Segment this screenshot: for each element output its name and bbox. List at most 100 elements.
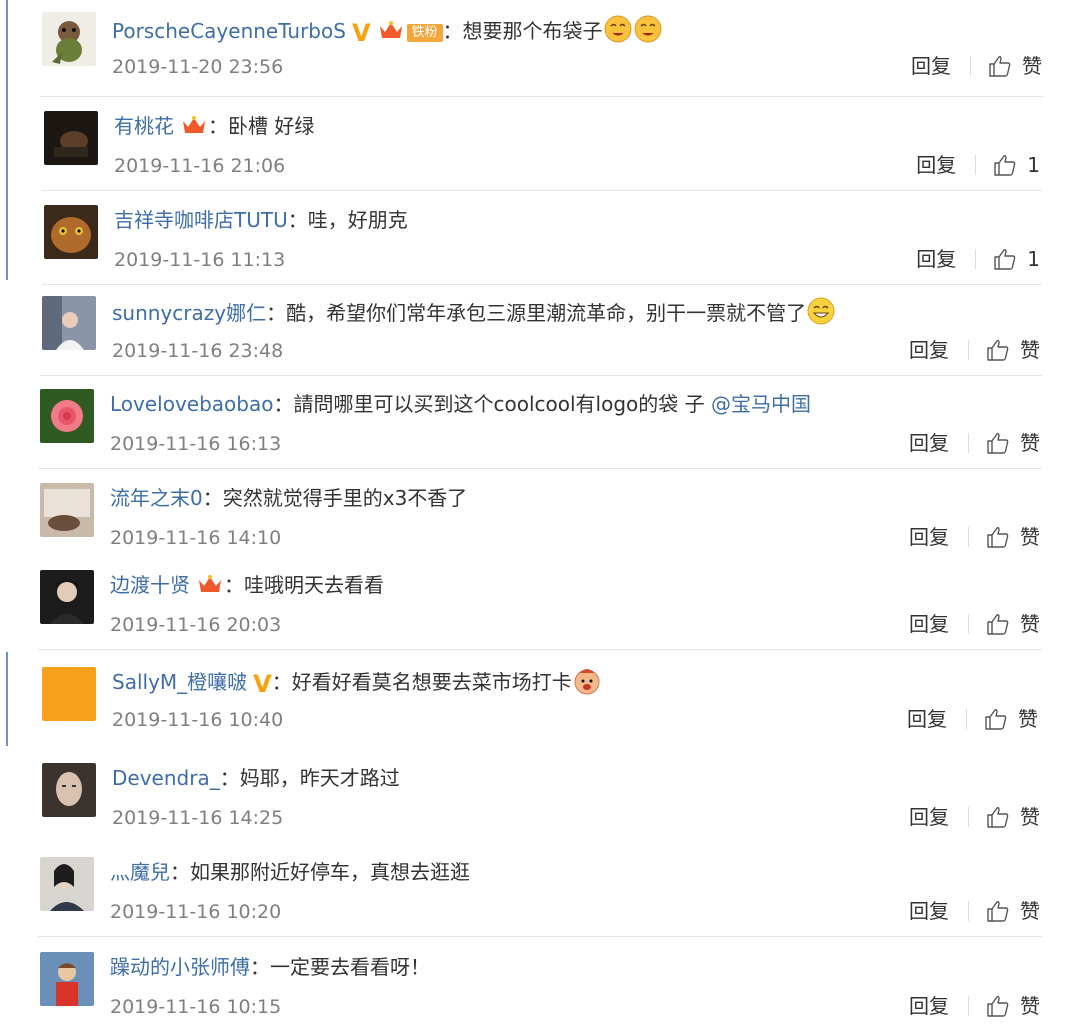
crown-badge-icon xyxy=(199,575,221,592)
like-button[interactable]: 1 xyxy=(993,151,1040,179)
comment-body: 突然就觉得手里的x3不香了 xyxy=(222,486,468,510)
reply-button[interactable]: 回复 xyxy=(909,523,949,551)
like-button[interactable]: 1 xyxy=(993,245,1040,273)
username-link[interactable]: 有桃花 xyxy=(114,114,174,138)
like-button[interactable]: 赞 xyxy=(986,523,1040,551)
username-link[interactable]: 吉祥寺咖啡店TUTU xyxy=(114,208,288,232)
action-divider xyxy=(966,709,967,729)
comment-item: 吉祥寺咖啡店TUTU：哇，好朋克 2019-11-16 11:13 回复 1 xyxy=(42,205,1042,285)
comment-text: PorscheCayenneTurboS V 铁粉 ：想要那个布袋子 xyxy=(112,14,663,46)
username-link[interactable]: Lovelovebaobao xyxy=(110,392,273,416)
comment-actions: 回复 赞 xyxy=(909,336,1040,364)
like-count: 1 xyxy=(1027,247,1040,271)
like-button[interactable]: 赞 xyxy=(986,897,1040,925)
like-button[interactable]: 赞 xyxy=(986,336,1040,364)
username-link[interactable]: SallyM_橙嚷啵 xyxy=(112,670,247,694)
thumbs-up-icon xyxy=(994,155,1016,176)
like-label: 赞 xyxy=(1020,899,1040,923)
action-divider xyxy=(968,901,969,921)
fan-badge: 铁粉 xyxy=(406,24,443,42)
comment-date: 2019-11-16 10:20 xyxy=(110,901,282,923)
reply-button[interactable]: 回复 xyxy=(909,803,949,831)
like-button[interactable]: 赞 xyxy=(986,429,1040,457)
comment-text: sunnycrazy娜仁：酷，希望你们常年承包三源里潮流革命，别干一票就不管了 xyxy=(112,296,836,328)
comment-date: 2019-11-16 14:25 xyxy=(112,807,284,829)
like-label: 赞 xyxy=(1020,994,1040,1018)
comment-date: 2019-11-16 23:48 xyxy=(112,340,284,362)
comment-actions: 回复 1 xyxy=(916,151,1040,179)
avatar[interactable] xyxy=(42,296,96,350)
comment-item: 躁动的小张师傅：一定要去看看呀！ 2019-11-16 10:15 回复 赞 xyxy=(38,952,1042,1032)
username-link[interactable]: sunnycrazy娜仁 xyxy=(112,301,266,325)
reply-button[interactable]: 回复 xyxy=(916,151,956,179)
action-divider xyxy=(968,433,969,453)
comment-text: 躁动的小张师傅：一定要去看看呀！ xyxy=(110,955,430,979)
comment-item: Devendra_：妈耶，昨天才路过 2019-11-16 14:25 回复 赞 xyxy=(40,763,1042,843)
username-link[interactable]: 躁动的小张师傅 xyxy=(110,955,250,979)
comment-text: 有桃花 ：卧槽 好绿 xyxy=(114,114,315,138)
reply-button[interactable]: 回复 xyxy=(909,897,949,925)
avatar[interactable] xyxy=(44,205,98,259)
thumbs-up-icon xyxy=(987,340,1009,361)
like-button[interactable]: 赞 xyxy=(986,803,1040,831)
comment-text: 灬魔兒：如果那附近好停车，真想去逛逛 xyxy=(110,860,470,884)
username-link[interactable]: Devendra_ xyxy=(112,766,220,790)
left-edge-bar xyxy=(6,0,8,100)
action-divider xyxy=(975,249,977,269)
comment-date: 2019-11-16 10:40 xyxy=(112,709,284,731)
reply-button[interactable]: 回复 xyxy=(909,992,949,1020)
comment-item: Lovelovebaobao：請問哪里可以买到这个coolcool有logo的袋… xyxy=(38,389,1042,469)
username-link[interactable]: 流年之末0 xyxy=(110,486,203,510)
reply-button[interactable]: 回复 xyxy=(909,610,949,638)
like-button[interactable]: 赞 xyxy=(986,610,1040,638)
avatar[interactable] xyxy=(42,12,96,66)
action-divider xyxy=(968,340,969,360)
like-label: 赞 xyxy=(1020,525,1040,549)
comment-item: sunnycrazy娜仁：酷，希望你们常年承包三源里潮流革命，别干一票就不管了 … xyxy=(40,296,1042,376)
avatar[interactable] xyxy=(40,952,94,1006)
avatar[interactable] xyxy=(40,389,94,443)
action-divider xyxy=(970,56,971,76)
reply-button[interactable]: 回复 xyxy=(909,336,949,364)
comment-body: 妈耶，昨天才路过 xyxy=(239,766,400,790)
avatar[interactable] xyxy=(44,111,98,165)
like-button[interactable]: 赞 xyxy=(986,992,1040,1020)
comment-text: SallyM_橙嚷啵 V：好看好看莫名想要去菜市场打卡 xyxy=(112,665,602,697)
comment-text: 流年之末0：突然就觉得手里的x3不香了 xyxy=(110,486,468,510)
crown-badge-icon xyxy=(183,116,205,133)
avatar[interactable] xyxy=(40,570,94,624)
avatar[interactable] xyxy=(42,667,96,721)
reply-button[interactable]: 回复 xyxy=(907,705,947,733)
comment-item: 边渡十贤 ：哇哦明天去看看 2019-11-16 20:03 回复 赞 xyxy=(38,570,1042,650)
action-divider xyxy=(968,614,969,634)
username-link[interactable]: 灬魔兒 xyxy=(110,860,170,884)
avatar[interactable] xyxy=(42,763,96,817)
reply-button[interactable]: 回复 xyxy=(916,245,956,273)
like-button[interactable]: 赞 xyxy=(984,705,1038,733)
thumbs-up-icon xyxy=(987,614,1009,635)
avatar[interactable] xyxy=(40,483,94,537)
verified-v-icon: V xyxy=(351,19,371,47)
like-button[interactable]: 赞 xyxy=(988,52,1042,80)
emoji-icon xyxy=(574,669,600,695)
comment-body: 哇，好朋克 xyxy=(307,208,408,232)
like-count: 1 xyxy=(1027,153,1040,177)
like-label: 赞 xyxy=(1018,707,1038,731)
emoji-icon xyxy=(634,15,662,43)
reply-button[interactable]: 回复 xyxy=(911,52,951,80)
username-link[interactable]: PorscheCayenneTurboS xyxy=(112,19,346,43)
reply-button[interactable]: 回复 xyxy=(909,429,949,457)
username-link[interactable]: 边渡十贤 xyxy=(110,573,190,597)
comment-text: Lovelovebaobao：請問哪里可以买到这个coolcool有logo的袋… xyxy=(110,392,811,416)
comment-actions: 回复 赞 xyxy=(909,992,1040,1020)
like-label: 赞 xyxy=(1020,612,1040,636)
thumbs-up-icon xyxy=(987,807,1009,828)
avatar[interactable] xyxy=(40,857,94,911)
emoji-icon xyxy=(604,15,632,43)
comment-actions: 回复 赞 xyxy=(909,429,1040,457)
comment-actions: 回复 赞 xyxy=(909,610,1040,638)
comment-item: 有桃花 ：卧槽 好绿 2019-11-16 21:06 回复 1 xyxy=(42,111,1042,191)
comment-date: 2019-11-16 16:13 xyxy=(110,433,282,455)
comment-date: 2019-11-16 20:03 xyxy=(110,614,282,636)
mention-link[interactable]: @宝马中国 xyxy=(711,392,811,416)
